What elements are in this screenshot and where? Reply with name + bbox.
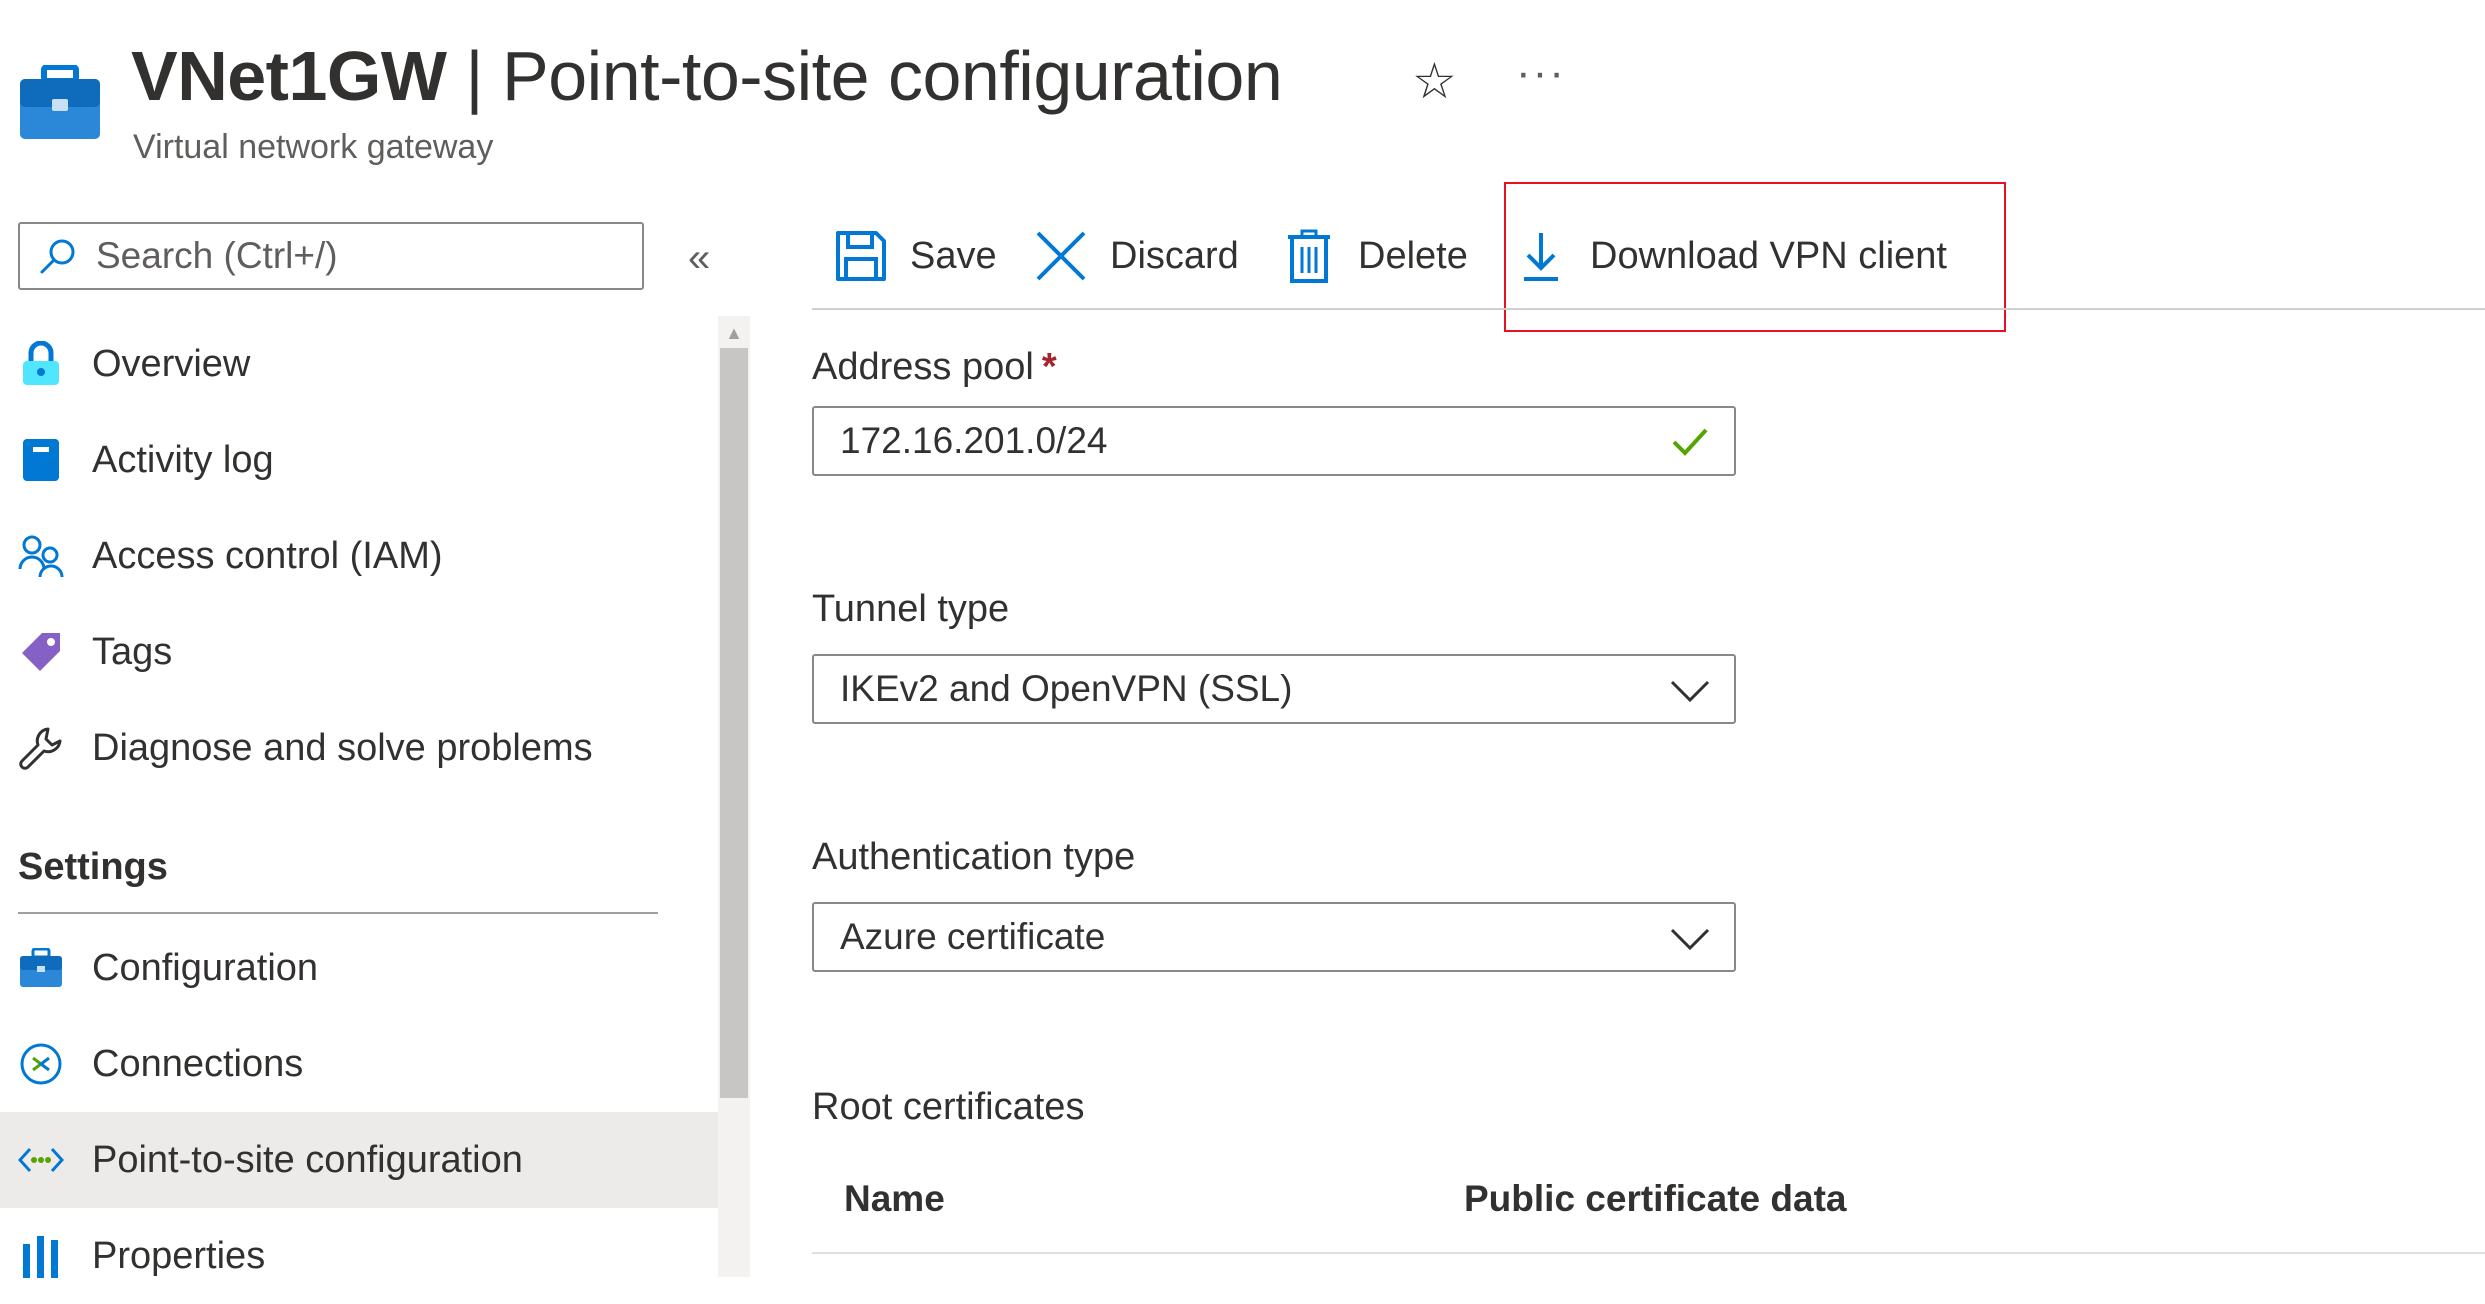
sidebar-item-point-to-site[interactable]: Point-to-site configuration [0, 1112, 718, 1208]
tunnel-type-label: Tunnel type [812, 588, 1010, 630]
section-divider [18, 912, 658, 914]
sidebar-item-label: Overview [92, 342, 251, 385]
trash-icon [1288, 229, 1330, 283]
address-pool-input[interactable]: 172.16.201.0/24 [812, 406, 1736, 476]
title-separator: | [446, 37, 503, 115]
discard-label: Discard [1110, 234, 1239, 277]
save-button[interactable]: Save [834, 226, 997, 286]
save-icon [836, 231, 886, 281]
toolbar-divider [812, 308, 2485, 310]
sidebar-item-label: Tags [92, 630, 173, 673]
sidebar-item-diagnose[interactable]: Diagnose and solve problems [0, 700, 718, 796]
sidebar-item-label: Point-to-site configuration [92, 1138, 523, 1181]
connections-icon [18, 1041, 64, 1087]
sidebar-item-label: Configuration [92, 946, 319, 989]
table-header-divider [812, 1252, 2485, 1254]
sidebar-item-tags[interactable]: Tags [0, 604, 718, 700]
collapse-sidebar-button[interactable]: « [688, 238, 710, 278]
overview-lock-icon [18, 341, 64, 387]
blade-title: Point-to-site configuration [502, 37, 1283, 115]
sidebar-item-configuration[interactable]: Configuration [0, 920, 718, 1016]
address-pool-value: 172.16.201.0/24 [840, 420, 1108, 461]
ellipsis-icon[interactable]: ··· [1516, 48, 1566, 98]
sidebar-item-properties[interactable]: Properties [0, 1208, 718, 1304]
chevron-down-icon [1670, 680, 1710, 703]
sidebar-item-label: Activity log [92, 438, 274, 481]
search-placeholder: Search (Ctrl+/) [96, 235, 338, 276]
search-input[interactable]: Search (Ctrl+/) [18, 222, 644, 290]
column-header-public-certificate-data: Public certificate data [1464, 1178, 1847, 1219]
briefcase-icon [18, 945, 64, 991]
authentication-type-dropdown[interactable]: Azure certificate [812, 902, 1736, 972]
sidebar-item-activity-log[interactable]: Activity log [0, 412, 718, 508]
close-icon [1036, 231, 1086, 281]
resource-name: VNet1GW [131, 37, 447, 115]
sidebar-item-label: Properties [92, 1234, 266, 1277]
discard-button[interactable]: Discard [1034, 226, 1239, 286]
address-pool-label-text: Address pool [812, 346, 1034, 388]
wrench-icon [18, 725, 64, 771]
chevron-down-icon [1670, 928, 1710, 951]
sidebar-item-label: Access control (IAM) [92, 534, 443, 577]
save-label: Save [910, 234, 997, 277]
resource-type-subtitle: Virtual network gateway [133, 128, 494, 166]
root-certificates-title: Root certificates [812, 1086, 1085, 1128]
scrollbar-thumb[interactable] [720, 348, 748, 1098]
star-icon[interactable]: ☆ [1412, 52, 1457, 110]
tag-icon [18, 629, 64, 675]
tunnel-type-dropdown[interactable]: IKEv2 and OpenVPN (SSL) [812, 654, 1736, 724]
required-asterisk: * [1041, 346, 1057, 388]
authentication-type-value: Azure certificate [840, 916, 1106, 957]
tunnel-type-value: IKEv2 and OpenVPN (SSL) [840, 668, 1293, 709]
page-title: VNet1GW | Point-to-site configuration [131, 36, 1283, 116]
iam-people-icon [18, 533, 64, 579]
delete-button[interactable]: Delete [1282, 226, 1468, 286]
virtual-network-gateway-icon [18, 64, 102, 141]
properties-bars-icon [18, 1233, 64, 1279]
authentication-type-label: Authentication type [812, 836, 1136, 878]
checkmark-icon [1672, 428, 1708, 456]
settings-section-title: Settings [18, 846, 168, 888]
sidebar-item-connections[interactable]: Connections [0, 1016, 718, 1112]
point-to-site-icon [18, 1137, 64, 1183]
sidebar-item-iam[interactable]: Access control (IAM) [0, 508, 718, 604]
search-icon [40, 239, 75, 274]
sidebar-item-label: Connections [92, 1042, 304, 1085]
address-pool-label: Address pool * [812, 346, 1057, 389]
column-header-name: Name [844, 1178, 945, 1219]
sidebar-item-overview[interactable]: Overview [0, 316, 718, 412]
scroll-up-arrow-icon[interactable]: ▲ [718, 318, 750, 348]
activity-log-icon [18, 437, 64, 483]
delete-label: Delete [1358, 234, 1468, 277]
sidebar-item-label: Diagnose and solve problems [92, 726, 593, 769]
